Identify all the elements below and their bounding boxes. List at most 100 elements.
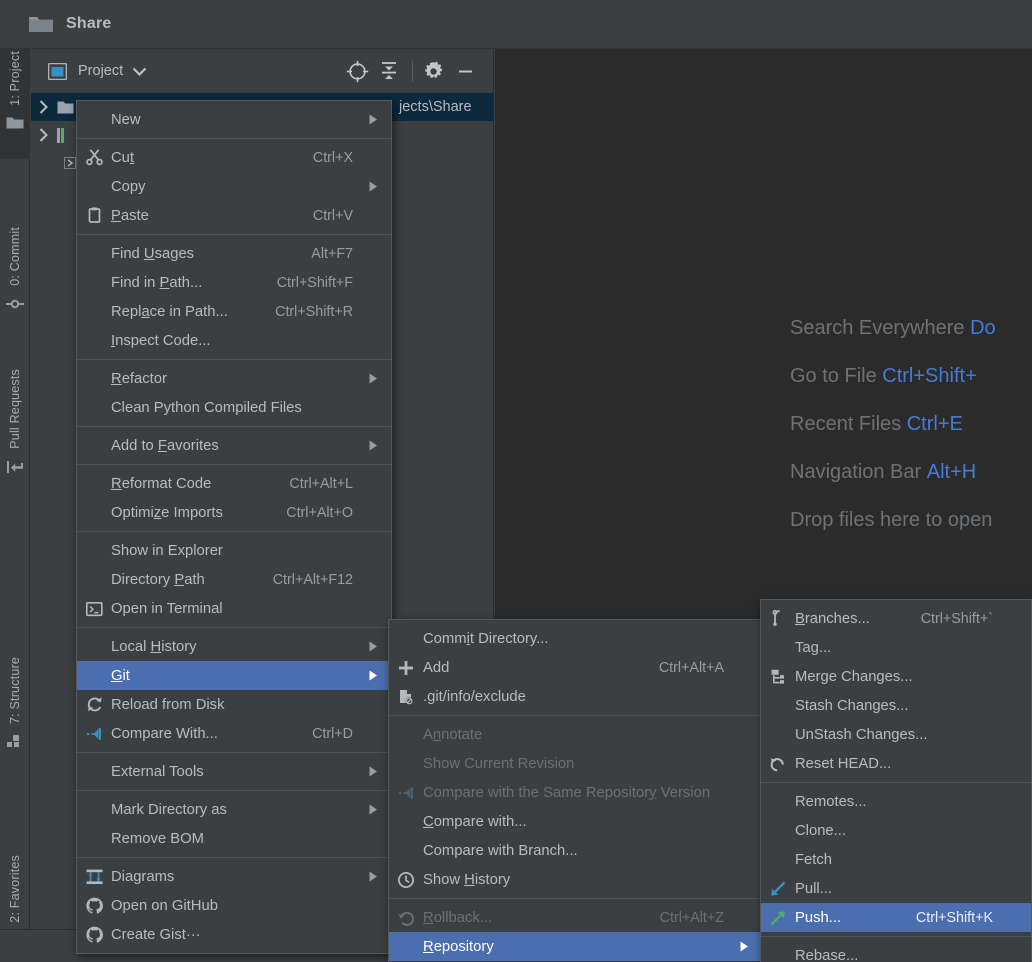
menu-item-find-in-path[interactable]: Find in Path... Ctrl+Shift+F — [77, 268, 391, 297]
menu-item-clean-python-compiled-files[interactable]: Clean Python Compiled Files — [77, 393, 391, 422]
menu-item-optimize-imports[interactable]: Optimize Imports Ctrl+Alt+O — [77, 498, 391, 527]
menu-item-external-tools[interactable]: External Tools — [77, 757, 391, 786]
menu-item-remotes[interactable]: Remotes... — [761, 787, 1031, 816]
menu-item-shortcut: Ctrl+Alt+Z — [659, 909, 724, 926]
menu-item-compare-with-branch[interactable]: Compare with Branch... — [389, 836, 762, 865]
menu-item-replace-in-path[interactable]: Replace in Path... Ctrl+Shift+R — [77, 297, 391, 326]
chevron-right-icon[interactable] — [31, 100, 57, 114]
menu-item-new[interactable]: New — [77, 105, 391, 134]
menu-item-label: Reload from Disk — [111, 696, 225, 713]
submenu-arrow-icon — [740, 941, 762, 952]
menu-item-remove-bom[interactable]: Remove BOM — [77, 824, 391, 853]
menu-item-directory-path[interactable]: Directory Path Ctrl+Alt+F12 — [77, 565, 391, 594]
folder-icon — [28, 14, 54, 34]
sidebar-item-structure[interactable]: 7: Structure — [0, 657, 30, 749]
menu-item-create-gist[interactable]: Create Gist··· — [77, 920, 391, 949]
menu-item-reset-head[interactable]: Reset HEAD... — [761, 749, 1031, 778]
menu-item-tag[interactable]: Tag... — [761, 633, 1031, 662]
menu-item-repository[interactable]: Repository — [389, 932, 762, 961]
menu-separator — [761, 782, 1031, 783]
scissors-icon — [77, 143, 111, 172]
sidebar-item-label: 1: Project — [8, 51, 22, 106]
github-icon — [77, 920, 111, 949]
menu-item-annotate: Annotate — [389, 720, 762, 749]
menu-item-label: Open on GitHub — [111, 897, 218, 914]
menu-item-unstash-changes[interactable]: UnStash Changes... — [761, 720, 1031, 749]
commit-icon — [6, 292, 24, 312]
menu-item-open-on-github[interactable]: Open on GitHub — [77, 891, 391, 920]
hide-button[interactable] — [452, 58, 478, 84]
menu-item-git-info-exclude[interactable]: .git/info/exclude — [389, 682, 762, 711]
menu-item-label: Add to Favorites — [111, 437, 219, 454]
menu-item-stash-changes[interactable]: Stash Changes... — [761, 691, 1031, 720]
submenu-arrow-icon — [369, 114, 391, 125]
submenu-arrow-icon — [369, 181, 391, 192]
menu-separator — [77, 752, 391, 753]
menu-item-label: Inspect Code... — [111, 332, 211, 349]
menu-item-merge-changes[interactable]: Merge Changes... — [761, 662, 1031, 691]
scroll-from-source-button[interactable] — [344, 58, 370, 84]
sidebar-item-commit[interactable]: 0: Commit — [0, 227, 30, 312]
menu-item-git[interactable]: Git — [77, 661, 391, 690]
menu-item-add[interactable]: Add Ctrl+Alt+A — [389, 653, 762, 682]
menu-item-push[interactable]: Push... Ctrl+Shift+K — [761, 903, 1031, 932]
menu-item-compare-with[interactable]: Compare with... — [389, 807, 762, 836]
menu-item-no-icon — [77, 239, 111, 268]
menu-item-open-in-terminal[interactable]: Open in Terminal — [77, 594, 391, 623]
menu-item-inspect-code[interactable]: Inspect Code... — [77, 326, 391, 355]
menu-item-local-history[interactable]: Local History — [77, 632, 391, 661]
project-context-menu[interactable]: New Cut Ctrl+X Copy Paste Ctrl+V Find Usages… — [76, 100, 392, 954]
menu-item-reload-from-disk[interactable]: Reload from Disk — [77, 690, 391, 719]
menu-item-shortcut: Ctrl+D — [312, 725, 353, 742]
chevron-right-icon[interactable] — [31, 128, 57, 142]
sidebar-item-project[interactable]: 1: Project — [0, 51, 30, 130]
menu-item-label: Compare With... — [111, 725, 218, 742]
menu-item-branches[interactable]: Branches... Ctrl+Shift+` — [761, 604, 1031, 633]
menu-item-label: Create Gist··· — [111, 926, 201, 943]
menu-item-compare-with[interactable]: Compare With... Ctrl+D — [77, 719, 391, 748]
menu-item-no-icon — [77, 393, 111, 422]
menu-item-pull[interactable]: Pull... — [761, 874, 1031, 903]
menu-separator — [77, 790, 391, 791]
vcs-marker-icon — [57, 127, 74, 143]
menu-item-clone[interactable]: Clone... — [761, 816, 1031, 845]
menu-item-commit-directory[interactable]: Commit Directory... — [389, 624, 762, 653]
menu-item-no-icon — [389, 836, 423, 865]
sidebar-item-pull-requests[interactable]: Pull Requests — [0, 369, 30, 475]
menu-item-find-usages[interactable]: Find Usages Alt+F7 — [77, 239, 391, 268]
menu-separator — [77, 359, 391, 360]
settings-button[interactable] — [420, 58, 446, 84]
menu-item-no-icon — [77, 431, 111, 460]
menu-item-copy[interactable]: Copy — [77, 172, 391, 201]
menu-item-refactor[interactable]: Refactor — [77, 364, 391, 393]
git-submenu[interactable]: Commit Directory... Add Ctrl+Alt+A .git/i… — [388, 619, 763, 962]
menu-item-reformat-code[interactable]: Reformat Code Ctrl+Alt+L — [77, 469, 391, 498]
menu-item-diagrams[interactable]: Diagrams — [77, 862, 391, 891]
menu-item-label: Rollback... — [423, 909, 493, 926]
menu-item-label: Mark Directory as — [111, 801, 227, 818]
reload-icon — [77, 690, 111, 719]
menu-item-fetch[interactable]: Fetch — [761, 845, 1031, 874]
menu-item-mark-directory-as[interactable]: Mark Directory as — [77, 795, 391, 824]
menu-item-cut[interactable]: Cut Ctrl+X — [77, 143, 391, 172]
menu-item-label: Rebase... — [795, 947, 859, 962]
collapse-all-button[interactable] — [376, 58, 402, 84]
menu-item-no-icon — [761, 633, 795, 662]
submenu-arrow-icon — [369, 440, 391, 451]
chevron-down-icon[interactable] — [133, 67, 147, 76]
merge-icon — [761, 662, 795, 691]
repository-submenu[interactable]: Branches... Ctrl+Shift+` Tag... Merge Chan… — [760, 599, 1032, 962]
menu-item-label: Merge Changes... — [795, 668, 913, 685]
menu-item-no-icon — [389, 749, 423, 778]
menu-item-show-in-explorer[interactable]: Show in Explorer — [77, 536, 391, 565]
menu-item-add-to-favorites[interactable]: Add to Favorites — [77, 431, 391, 460]
tree-row-label: jects\Share — [399, 99, 472, 115]
menu-separator — [389, 715, 762, 716]
menu-item-no-icon — [77, 795, 111, 824]
menu-item-no-icon — [77, 661, 111, 690]
menu-item-paste[interactable]: Paste Ctrl+V — [77, 201, 391, 230]
menu-item-label: Tag... — [795, 639, 832, 656]
menu-item-show-history[interactable]: Show History — [389, 865, 762, 894]
menu-item-rebase[interactable]: Rebase... — [761, 941, 1031, 962]
menu-item-label: New — [111, 111, 141, 128]
